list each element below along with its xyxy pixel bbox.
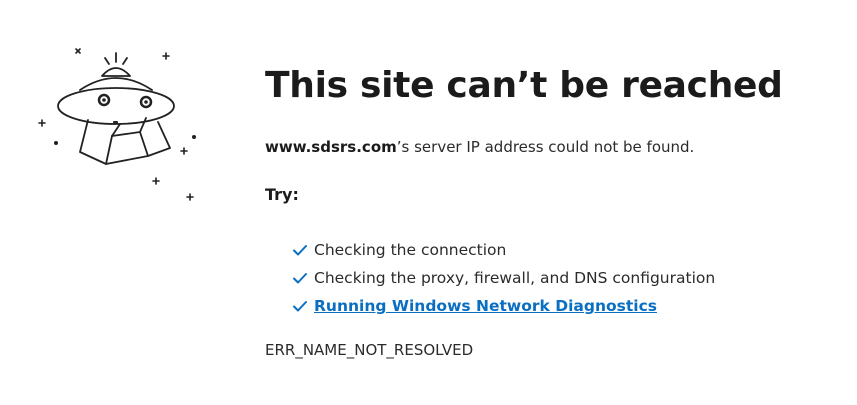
error-message: www.sdsrs.com’s server IP address could …: [265, 136, 835, 158]
suggestion-list: Checking the connection Checking the pro…: [265, 236, 835, 320]
error-code: ERR_NAME_NOT_RESOLVED: [265, 341, 474, 359]
error-host: www.sdsrs.com: [265, 138, 397, 156]
suggestion-text: Checking the proxy, firewall, and DNS co…: [314, 269, 716, 287]
ufo-illustration: [38, 48, 196, 201]
suggestion-item: Checking the connection: [292, 236, 835, 264]
page-title: This site can’t be reached: [265, 65, 783, 106]
checkmark-icon: [293, 273, 307, 284]
error-message-text: ’s server IP address could not be found.: [396, 138, 695, 156]
error-page: This site can’t be reached www.sdsrs.com…: [0, 0, 857, 405]
suggestion-text: Checking the connection: [314, 241, 507, 259]
checkmark-icon: [293, 245, 307, 256]
suggestion-item: Checking the proxy, firewall, and DNS co…: [292, 264, 835, 292]
network-diagnostics-link[interactable]: Running Windows Network Diagnostics: [314, 297, 657, 315]
checkmark-icon: [293, 301, 307, 312]
suggestion-item: Running Windows Network Diagnostics: [292, 292, 835, 320]
error-content: This site can’t be reached www.sdsrs.com…: [265, 58, 835, 361]
try-heading: Try:: [265, 185, 299, 204]
